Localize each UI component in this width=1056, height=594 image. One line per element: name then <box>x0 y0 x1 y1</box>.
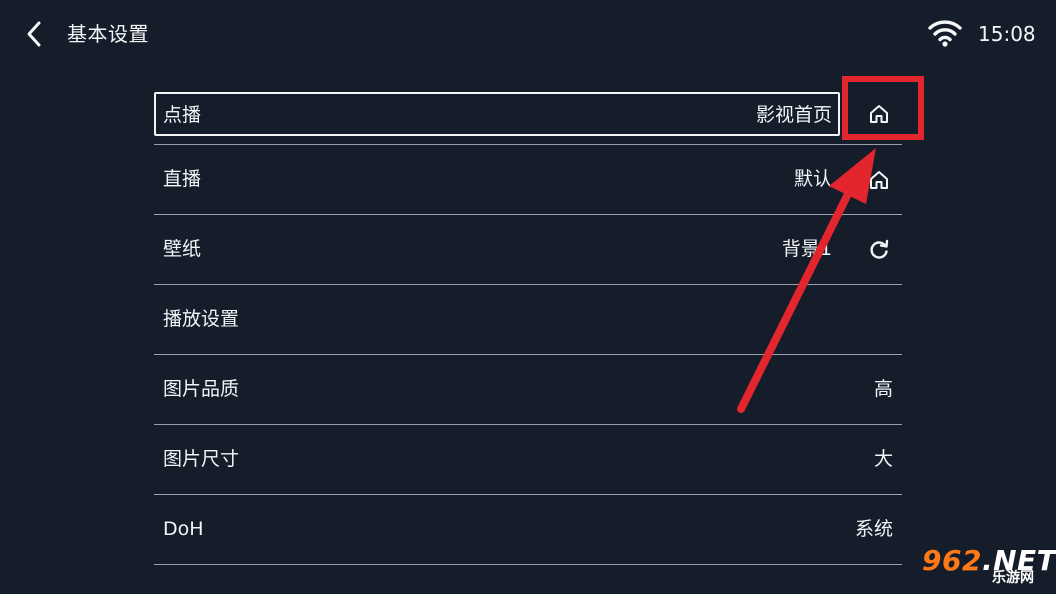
setting-label: 点播 <box>163 104 202 126</box>
setting-row-image-quality[interactable]: 图片品质 高 <box>154 355 902 425</box>
setting-label: 图片尺寸 <box>163 448 240 470</box>
chevron-left-icon <box>27 21 41 47</box>
setting-label: 直播 <box>163 168 202 190</box>
setting-row-live[interactable]: 直播 默认 <box>154 145 902 215</box>
setting-label: DoH <box>163 518 204 540</box>
page-title: 基本设置 <box>67 22 149 46</box>
setting-value: 大 <box>873 448 893 470</box>
setting-label: 播放设置 <box>163 308 240 330</box>
setting-row-wallpaper[interactable]: 壁纸 背景1 <box>154 215 902 285</box>
setting-row-playback[interactable]: 播放设置 <box>154 285 902 355</box>
setting-row-doh[interactable]: DoH 系统 <box>154 495 902 565</box>
home-icon <box>870 171 888 189</box>
setting-label: 图片品质 <box>163 378 240 400</box>
watermark-brand: 962.NET <box>922 544 1056 577</box>
status-clock: 15:08 <box>978 22 1036 46</box>
watermark-site-name: 乐游网 <box>992 570 1034 586</box>
settings-list: 点播 影视首页 直播 默认 壁纸 背景1 播放设置 图片品质 高 图片尺寸 大 … <box>154 83 902 565</box>
setting-value: 系统 <box>854 518 893 540</box>
annotation-highlight-box <box>842 76 924 140</box>
set-home-button[interactable] <box>864 165 894 195</box>
focus-highlight <box>154 92 840 136</box>
back-button[interactable] <box>18 18 50 50</box>
setting-value: 默认 <box>793 168 832 190</box>
top-bar: 基本设置 15:08 <box>0 0 1056 68</box>
site-watermark: 962.NET 乐游网 <box>916 545 1056 591</box>
setting-row-vod[interactable]: 点播 影视首页 <box>154 83 902 145</box>
setting-value: 背景1 <box>781 238 832 260</box>
setting-row-image-size[interactable]: 图片尺寸 大 <box>154 425 902 495</box>
setting-value: 高 <box>873 378 893 400</box>
refresh-icon <box>870 239 889 259</box>
wifi-icon <box>928 20 962 47</box>
setting-value: 影视首页 <box>755 104 832 126</box>
refresh-wallpaper-button[interactable] <box>864 235 894 265</box>
setting-label: 壁纸 <box>163 238 202 260</box>
